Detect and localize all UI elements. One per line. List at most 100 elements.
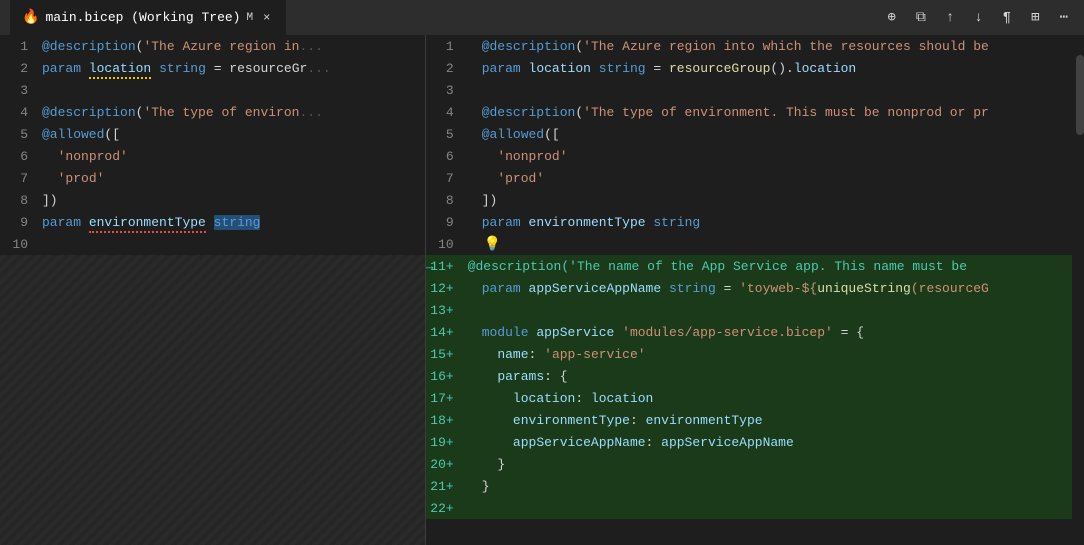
line-content bbox=[40, 83, 50, 98]
table-row: 2 param location string = resourceGroup(… bbox=[426, 57, 1084, 79]
table-row: 18+ environmentType: environmentType bbox=[426, 409, 1084, 431]
more-options-icon[interactable]: ⋯ bbox=[1054, 5, 1074, 30]
line-number: 4 bbox=[0, 105, 40, 120]
line-content: appServiceAppName: appServiceAppName bbox=[480, 435, 794, 450]
line-number: 19+ bbox=[426, 435, 466, 450]
line-number: 14+ bbox=[426, 325, 466, 340]
line-number: 2 bbox=[0, 61, 40, 76]
line-content: @description('The type of environment. T… bbox=[480, 105, 989, 120]
line-content: param appServiceAppName string = 'toyweb… bbox=[480, 281, 989, 296]
lightbulb-icon[interactable]: 💡 bbox=[482, 236, 501, 253]
diff-indicator bbox=[466, 61, 480, 76]
tab-label: main.bicep (Working Tree) bbox=[45, 10, 240, 25]
table-row: 7 'prod' bbox=[0, 167, 425, 189]
line-number: 10 bbox=[0, 237, 40, 252]
arrow-up-icon[interactable]: ↑ bbox=[940, 6, 960, 30]
table-row: 22+ bbox=[426, 497, 1084, 519]
table-row: 14+ module appService 'modules/app-servi… bbox=[426, 321, 1084, 343]
line-number: 2 bbox=[426, 61, 466, 76]
active-tab[interactable]: 🔥 main.bicep (Working Tree) M × bbox=[10, 0, 286, 35]
line-content: params: { bbox=[480, 369, 568, 384]
line-number: 3 bbox=[426, 83, 466, 98]
right-code-lines: 1 @description('The Azure region into wh… bbox=[426, 35, 1084, 519]
titlebar: 🔥 main.bicep (Working Tree) M × ⊕ ⧉ ↑ ↓ … bbox=[0, 0, 1084, 35]
line-number: 8 bbox=[426, 193, 466, 208]
line-content: @allowed([ bbox=[480, 127, 560, 142]
table-row: 6 'nonprod' bbox=[426, 145, 1084, 167]
line-content: name: 'app-service' bbox=[480, 347, 646, 362]
arrow-down-icon[interactable]: ↓ bbox=[968, 6, 988, 30]
diff-indicator bbox=[466, 435, 480, 450]
table-row: 10 bbox=[0, 233, 425, 255]
line-number: 12+ bbox=[426, 281, 466, 296]
diff-indicator bbox=[466, 369, 480, 384]
line-content: module appService 'modules/app-service.b… bbox=[480, 325, 864, 340]
line-number: 5 bbox=[426, 127, 466, 142]
line-number: 13+ bbox=[426, 303, 466, 318]
line-content: 'prod' bbox=[480, 171, 544, 186]
line-content: param location string = resourceGr... bbox=[40, 61, 331, 76]
diff-indicator bbox=[466, 149, 480, 164]
table-row: 4 @description('The type of environ... bbox=[0, 101, 425, 123]
line-content bbox=[480, 83, 490, 98]
diff-indicator bbox=[466, 237, 480, 252]
right-code-area[interactable]: 1 @description('The Azure region into wh… bbox=[426, 35, 1084, 545]
diff-indicator bbox=[466, 127, 480, 142]
paragraph-icon[interactable]: ¶ bbox=[997, 6, 1017, 30]
table-row: 9 param environmentType string bbox=[426, 211, 1084, 233]
line-number: 4 bbox=[426, 105, 466, 120]
line-content: ]) bbox=[480, 193, 498, 208]
table-row: 12+ param appServiceAppName string = 'to… bbox=[426, 277, 1084, 299]
table-row: 15+ name: 'app-service' bbox=[426, 343, 1084, 365]
line-number: 6 bbox=[426, 149, 466, 164]
diff-arrow: → bbox=[426, 259, 440, 274]
diff-indicator bbox=[466, 105, 480, 120]
line-content bbox=[480, 501, 490, 516]
tab-close-button[interactable]: × bbox=[259, 9, 274, 27]
vertical-scrollbar[interactable] bbox=[1072, 35, 1084, 545]
diff-indicator bbox=[466, 457, 480, 472]
file-icon: 🔥 bbox=[22, 9, 39, 26]
line-content: param location string = resourceGroup().… bbox=[480, 61, 857, 76]
line-content: location: location bbox=[480, 391, 654, 406]
table-row: 6 'nonprod' bbox=[0, 145, 425, 167]
line-number: 9 bbox=[0, 215, 40, 230]
split-editor-icon[interactable]: ⊕ bbox=[881, 5, 901, 30]
line-number: 16+ bbox=[426, 369, 466, 384]
line-content bbox=[480, 303, 490, 318]
scrollbar-thumb[interactable] bbox=[1076, 55, 1084, 135]
diff-indicator bbox=[466, 347, 480, 362]
line-content: param environmentType string bbox=[40, 215, 260, 230]
diff-indicator bbox=[466, 193, 480, 208]
line-content bbox=[40, 237, 50, 252]
line-number: 8 bbox=[0, 193, 40, 208]
line-number: 9 bbox=[426, 215, 466, 230]
line-content: environmentType: environmentType bbox=[480, 413, 763, 428]
tab-area: 🔥 main.bicep (Working Tree) M × bbox=[10, 0, 286, 35]
table-row: 5 @allowed([ bbox=[0, 123, 425, 145]
table-row: 1 @description('The Azure region in... bbox=[0, 35, 425, 57]
hashed-area bbox=[0, 255, 425, 545]
line-content: } bbox=[480, 479, 490, 494]
layout-icon[interactable]: ⊞ bbox=[1025, 5, 1045, 30]
line-content: @description('The Azure region into whic… bbox=[480, 39, 989, 54]
table-row: 3 bbox=[426, 79, 1084, 101]
line-number: 20+ bbox=[426, 457, 466, 472]
titlebar-actions: ⊕ ⧉ ↑ ↓ ¶ ⊞ ⋯ bbox=[881, 5, 1074, 30]
table-row: 3 bbox=[0, 79, 425, 101]
table-row: 1 @description('The Azure region into wh… bbox=[426, 35, 1084, 57]
left-code-area[interactable]: 1 @description('The Azure region in... 2… bbox=[0, 35, 425, 545]
line-number: 1 bbox=[0, 39, 40, 54]
table-row: 9 param environmentType string bbox=[0, 211, 425, 233]
diff-indicator bbox=[466, 413, 480, 428]
diff-indicator bbox=[466, 39, 480, 54]
copy-icon[interactable]: ⧉ bbox=[910, 6, 932, 30]
line-number: 21+ bbox=[426, 479, 466, 494]
line-content: } bbox=[480, 457, 505, 472]
line-content: @description('The type of environ... bbox=[40, 105, 323, 120]
left-code-lines: 1 @description('The Azure region in... 2… bbox=[0, 35, 425, 255]
table-row: 13+ bbox=[426, 299, 1084, 321]
table-row: 8 ]) bbox=[0, 189, 425, 211]
line-number: 7 bbox=[0, 171, 40, 186]
line-content: @allowed([ bbox=[40, 127, 120, 142]
